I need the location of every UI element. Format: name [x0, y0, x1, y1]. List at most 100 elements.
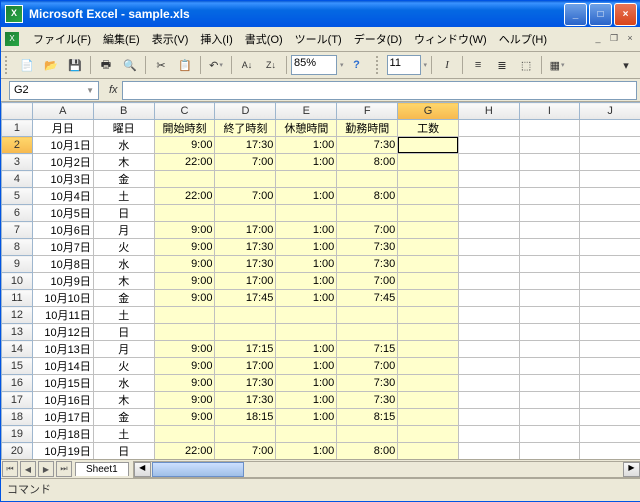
save-button[interactable]: 💾 — [64, 54, 86, 76]
cell[interactable]: 17:30 — [215, 392, 276, 409]
cell[interactable]: 17:00 — [215, 273, 276, 290]
cell[interactable]: 8:00 — [337, 443, 398, 460]
cell[interactable] — [519, 375, 580, 392]
cell[interactable]: 10月16日 — [32, 392, 93, 409]
cell[interactable] — [398, 409, 459, 426]
cell[interactable]: 月 — [93, 222, 154, 239]
cell[interactable] — [398, 426, 459, 443]
row-header-19[interactable]: 19 — [2, 426, 33, 443]
cell[interactable] — [276, 171, 337, 188]
cell[interactable] — [580, 222, 640, 239]
cell[interactable] — [398, 290, 459, 307]
cell[interactable] — [215, 171, 276, 188]
formula-input[interactable] — [122, 81, 637, 100]
cell[interactable]: 9:00 — [154, 256, 215, 273]
cell[interactable] — [398, 222, 459, 239]
cell[interactable] — [519, 137, 580, 154]
col-header-F[interactable]: F — [337, 103, 398, 120]
cell[interactable]: 10月15日 — [32, 375, 93, 392]
cell[interactable] — [580, 188, 640, 205]
cell[interactable] — [215, 426, 276, 443]
cell[interactable] — [458, 443, 519, 460]
cell[interactable]: 1:00 — [276, 188, 337, 205]
cell[interactable] — [458, 222, 519, 239]
cell[interactable] — [154, 307, 215, 324]
cell[interactable]: 1:00 — [276, 222, 337, 239]
cell[interactable] — [458, 307, 519, 324]
cell[interactable]: 1:00 — [276, 239, 337, 256]
doc-close-button[interactable]: × — [623, 33, 637, 45]
cell[interactable] — [580, 273, 640, 290]
cell[interactable] — [580, 256, 640, 273]
cell[interactable]: 木 — [93, 392, 154, 409]
cell[interactable] — [276, 426, 337, 443]
row-header-2[interactable]: 2 — [2, 137, 33, 154]
cell[interactable]: 8:00 — [337, 188, 398, 205]
cell[interactable] — [458, 256, 519, 273]
cell[interactable]: 終了時刻 — [215, 120, 276, 137]
cell[interactable]: 10月5日 — [32, 205, 93, 222]
cut-button[interactable]: ✂ — [150, 54, 172, 76]
cell[interactable] — [519, 358, 580, 375]
cell[interactable] — [398, 358, 459, 375]
cell[interactable] — [580, 137, 640, 154]
cell[interactable] — [519, 307, 580, 324]
row-header-17[interactable]: 17 — [2, 392, 33, 409]
cell[interactable]: 7:00 — [337, 273, 398, 290]
cell[interactable]: 17:30 — [215, 239, 276, 256]
cell[interactable] — [458, 120, 519, 137]
cell[interactable]: 水 — [93, 137, 154, 154]
scroll-left-button[interactable]: ◀ — [134, 462, 151, 477]
cell[interactable] — [458, 341, 519, 358]
cell[interactable] — [519, 239, 580, 256]
cell[interactable] — [458, 392, 519, 409]
cell[interactable]: 9:00 — [154, 273, 215, 290]
cell[interactable]: 10月3日 — [32, 171, 93, 188]
cell[interactable] — [519, 409, 580, 426]
cell[interactable] — [580, 426, 640, 443]
cell[interactable]: 1:00 — [276, 256, 337, 273]
cell[interactable] — [519, 392, 580, 409]
new-button[interactable]: 📄 — [16, 54, 38, 76]
cell[interactable] — [519, 324, 580, 341]
cell[interactable]: 水 — [93, 375, 154, 392]
col-header-C[interactable]: C — [154, 103, 215, 120]
cell[interactable]: 9:00 — [154, 409, 215, 426]
cell[interactable]: 10月12日 — [32, 324, 93, 341]
name-box[interactable]: G2▼ — [9, 81, 99, 100]
cell[interactable]: 10月7日 — [32, 239, 93, 256]
cell[interactable]: 9:00 — [154, 137, 215, 154]
cell[interactable] — [458, 324, 519, 341]
cell[interactable]: 7:45 — [337, 290, 398, 307]
cell[interactable] — [580, 205, 640, 222]
cell[interactable] — [458, 358, 519, 375]
cell[interactable]: 日 — [93, 324, 154, 341]
cell[interactable]: 10月18日 — [32, 426, 93, 443]
cell[interactable] — [580, 375, 640, 392]
cell[interactable]: 22:00 — [154, 443, 215, 460]
cell[interactable]: 土 — [93, 426, 154, 443]
cell[interactable]: 木 — [93, 154, 154, 171]
cell[interactable]: 10月14日 — [32, 358, 93, 375]
cell[interactable] — [398, 205, 459, 222]
col-header-G[interactable]: G — [398, 103, 459, 120]
cell[interactable]: 9:00 — [154, 239, 215, 256]
worksheet-grid[interactable]: ABCDEFGHIJ1月日曜日開始時刻終了時刻休憩時間勤務時間工数210月1日水… — [1, 102, 640, 478]
cell[interactable]: 金 — [93, 409, 154, 426]
menu-item-2[interactable]: 表示(V) — [146, 29, 195, 49]
cell[interactable] — [580, 120, 640, 137]
print-button[interactable]: 🖶 — [95, 54, 117, 76]
fx-label[interactable]: fx — [109, 84, 118, 96]
cell[interactable]: 7:30 — [337, 137, 398, 154]
row-header-10[interactable]: 10 — [2, 273, 33, 290]
cell[interactable] — [276, 205, 337, 222]
cell[interactable] — [519, 256, 580, 273]
row-header-12[interactable]: 12 — [2, 307, 33, 324]
cell[interactable]: 1:00 — [276, 137, 337, 154]
tab-prev-button[interactable]: ◀ — [20, 461, 36, 477]
cell[interactable] — [215, 307, 276, 324]
cell[interactable] — [580, 324, 640, 341]
close-button[interactable]: × — [614, 3, 637, 26]
cell[interactable]: 土 — [93, 188, 154, 205]
cell[interactable]: 17:30 — [215, 256, 276, 273]
